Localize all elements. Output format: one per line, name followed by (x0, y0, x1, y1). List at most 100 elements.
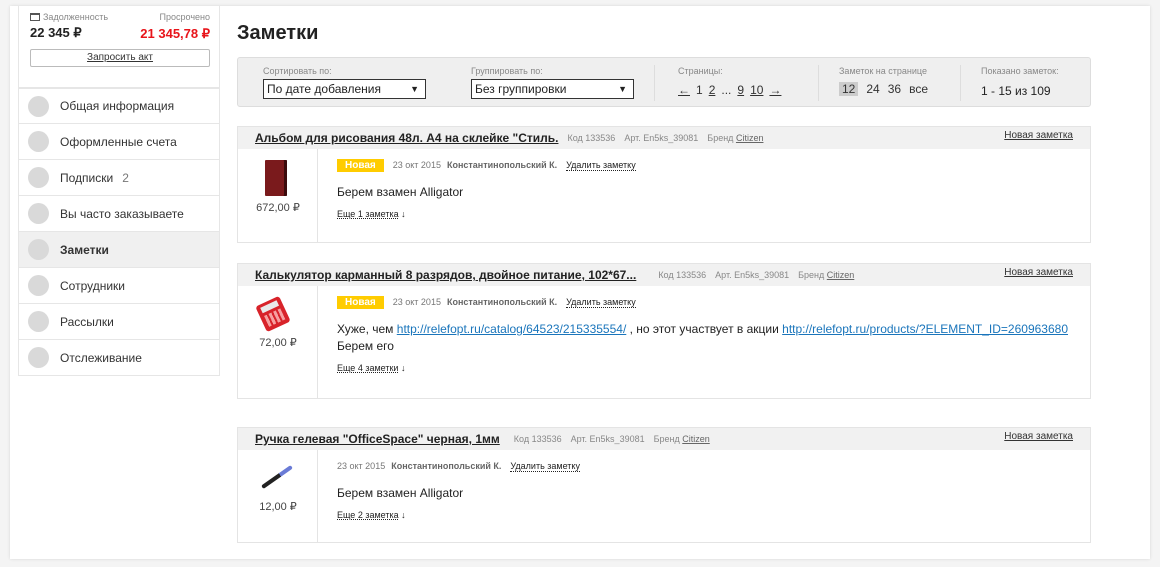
more-notes-label: Еще 2 заметка (337, 510, 399, 520)
next-page-arrow[interactable]: → (769, 83, 781, 97)
per-page-option[interactable]: 36 (888, 82, 901, 96)
new-note-link[interactable]: Новая заметка (1004, 431, 1073, 442)
product-name-link[interactable]: Ручка гелевая "OfficeSpace" черная, 1мм (255, 432, 500, 446)
sidebar-item-employees[interactable]: Сотрудники (18, 268, 220, 304)
request-act-button[interactable]: Запросить акт (30, 49, 210, 67)
new-badge: Новая (337, 295, 384, 309)
group-select[interactable]: Без группировки ▼ (471, 79, 634, 99)
arrow-down-icon: ↓ (401, 209, 406, 219)
sidebar-nav: Общая информация Оформленные счета Подпи… (18, 88, 220, 376)
note-card-header: Ручка гелевая "OfficeSpace" черная, 1мм … (238, 428, 1090, 450)
product-image[interactable] (265, 160, 287, 196)
note-card-body: 12,00 ₽ 23 окт 2015 Константинопольский … (238, 450, 1090, 542)
new-note-link[interactable]: Новая заметка (1004, 130, 1073, 141)
brand-label: Бренд (798, 270, 825, 280)
product-price: 12,00 ₽ (259, 501, 297, 513)
pages-label: Страницы: (678, 66, 723, 76)
product-cell: 672,00 ₽ (238, 149, 318, 242)
note-content: 23 окт 2015 Константинопольский К. Удали… (318, 450, 1090, 542)
group-label: Группировать по: (471, 66, 543, 76)
note-author: Константинопольский К. (391, 461, 502, 471)
product-article: Арт. En5ks_39081 (624, 133, 699, 143)
triangle-down-icon: ▼ (410, 84, 419, 94)
page-link[interactable]: 9 (737, 83, 744, 97)
product-cell: 72,00 ₽ (238, 286, 318, 398)
brand-label: Бренд (707, 133, 734, 143)
more-notes-link[interactable]: Еще 1 заметка ↓ (337, 209, 406, 219)
page-link[interactable]: 2 (709, 83, 716, 97)
note-card-body: 672,00 ₽ Новая 23 окт 2015 Константинопо… (238, 149, 1090, 242)
toolbar-divider (654, 65, 655, 101)
note-author: Константинопольский К. (446, 297, 558, 307)
sidebar-item-tracking[interactable]: Отслеживание (18, 340, 220, 376)
toolbar-divider (960, 65, 961, 101)
note-card-body: 72,00 ₽ Новая 23 окт 2015 Константинопол… (238, 286, 1090, 398)
more-notes-link[interactable]: Еще 2 заметка ↓ (337, 510, 406, 520)
prev-page-arrow[interactable]: ← (678, 83, 690, 97)
per-page-option[interactable]: 24 (866, 82, 879, 96)
debt-panel: Задолженность Просрочено 22 345 ₽ 21 345… (18, 6, 220, 88)
delete-note-link[interactable]: Удалить заметку (510, 461, 580, 472)
note-date: 23 окт 2015 (392, 297, 441, 307)
sidebar-item-frequent-orders[interactable]: Вы часто заказываете (18, 196, 220, 232)
brand-link[interactable]: Citizen (682, 434, 710, 444)
new-note-link[interactable]: Новая заметка (1004, 267, 1073, 278)
product-article: Арт. En5ks_39081 (570, 434, 645, 444)
sidebar-item-label: Отслеживание (60, 350, 142, 365)
sidebar-item-mailings[interactable]: Рассылки (18, 304, 220, 340)
arrow-down-icon: ↓ (401, 510, 406, 520)
page: Задолженность Просрочено 22 345 ₽ 21 345… (10, 6, 1150, 559)
note-text: Берем взамен Alligator (337, 486, 464, 500)
note-link[interactable]: http://relefopt.ru/catalog/64523/2153355… (397, 322, 627, 336)
page-link[interactable]: 1 (696, 83, 703, 97)
product-brand: Бренд Citizen (798, 270, 854, 280)
per-page-options: 12 24 36 все (839, 82, 928, 96)
sidebar-item-label: Оформленные счета (60, 134, 177, 149)
note-text: Хуже, чем http://relefopt.ru/catalog/645… (337, 321, 1090, 355)
product-price: 672,00 ₽ (256, 202, 300, 214)
sidebar-item-label: Сотрудники (60, 278, 125, 293)
product-name-link[interactable]: Калькулятор карманный 8 разрядов, двойно… (255, 268, 636, 282)
circle-icon (28, 95, 49, 117)
product-image[interactable] (255, 295, 291, 333)
note-meta: 23 окт 2015 Константинопольский К. Удали… (337, 458, 1090, 474)
product-brand: Бренд Citizen (707, 133, 763, 143)
note-text-part: Берем его (337, 339, 394, 353)
sidebar-item-general-info[interactable]: Общая информация (18, 88, 220, 124)
product-image[interactable] (261, 465, 293, 489)
note-text: Берем взамен Alligator (337, 185, 464, 199)
sidebar-item-notes[interactable]: Заметки (18, 232, 220, 268)
more-notes-link[interactable]: Еще 4 заметки ↓ (337, 363, 405, 373)
shown-count: 1 - 15 из 109 (981, 84, 1051, 98)
product-cell: 12,00 ₽ (238, 450, 318, 542)
delete-note-link[interactable]: Удалить заметку (566, 297, 636, 308)
delete-note-link[interactable]: Удалить заметку (566, 160, 636, 171)
sidebar-item-subscriptions[interactable]: Подписки 2 (18, 160, 220, 196)
per-page-option[interactable]: 12 (839, 82, 859, 96)
per-page-option[interactable]: все (909, 82, 928, 96)
note-date: 23 окт 2015 (337, 461, 386, 471)
toolbar-divider (818, 65, 819, 101)
brand-label: Бренд (653, 434, 680, 444)
product-name-link[interactable]: Альбом для рисования 48л. А4 на склейке … (255, 131, 558, 145)
circle-icon (28, 275, 49, 296)
more-notes-label: Еще 4 заметки (337, 363, 399, 373)
sidebar-item-invoices[interactable]: Оформленные счета (18, 124, 220, 160)
page-title: Заметки (237, 22, 319, 44)
note-meta: Новая 23 окт 2015 Константинопольский К.… (337, 294, 1090, 310)
overdue-value: 21 345,78 ₽ (140, 26, 210, 41)
note-date: 23 окт 2015 (392, 160, 441, 170)
sidebar-item-label: Рассылки (60, 314, 114, 329)
circle-icon (28, 203, 49, 224)
note-link[interactable]: http://relefopt.ru/products/?ELEMENT_ID=… (782, 322, 1068, 336)
page-link[interactable]: 10 (750, 83, 763, 97)
circle-icon (28, 347, 49, 368)
brand-link[interactable]: Citizen (736, 133, 764, 143)
sidebar-item-label: Общая информация (60, 99, 175, 113)
window-icon (30, 13, 40, 21)
product-article: Арт. En5ks_39081 (715, 270, 790, 280)
triangle-down-icon: ▼ (618, 84, 627, 94)
sidebar-item-label: Вы часто заказываете (60, 206, 184, 221)
sort-select[interactable]: По дате добавления ▼ (263, 79, 426, 99)
brand-link[interactable]: Citizen (827, 270, 855, 280)
